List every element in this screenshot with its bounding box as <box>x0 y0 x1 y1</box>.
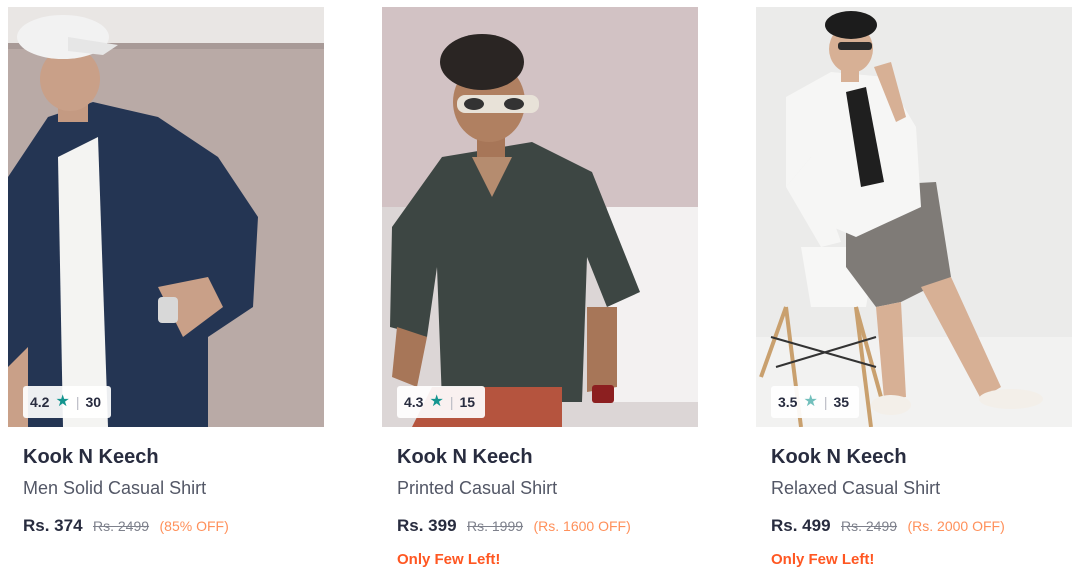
price-row: Rs. 499 Rs. 2499 (Rs. 2000 OFF) <box>771 516 1071 537</box>
discount-label: (Rs. 2000 OFF) <box>907 518 1005 534</box>
product-image[interactable]: 4.3 ★ | 15 <box>382 7 698 427</box>
brand-name: Kook N Keech <box>397 446 533 468</box>
model-photo-navy-shirt <box>8 7 324 427</box>
rating-badge: 3.5 ★ | 35 <box>771 386 860 418</box>
product-card[interactable]: 3.5 ★ | 35 Kook N Keech Relaxed Casual S… <box>756 7 1072 585</box>
divider: | <box>449 394 454 410</box>
selling-price: Rs. 499 <box>771 516 831 535</box>
rating-count: 30 <box>85 394 102 410</box>
rating-count: 15 <box>459 394 476 410</box>
original-price: Rs. 1999 <box>467 518 524 534</box>
product-info: Kook N Keech Relaxed Casual Shirt Rs. 49… <box>771 444 1071 569</box>
rating-badge: 4.3 ★ | 15 <box>397 386 486 418</box>
product-name: Printed Casual Shirt <box>397 478 558 498</box>
rating-value: 3.5 <box>778 394 798 410</box>
price-row: Rs. 374 Rs. 2499 (85% OFF) <box>23 516 323 537</box>
star-icon: ★ <box>55 393 70 410</box>
product-image[interactable]: 3.5 ★ | 35 <box>756 7 1072 427</box>
rating-value: 4.3 <box>404 394 424 410</box>
divider: | <box>75 394 80 410</box>
stock-alert: Only Few Left! <box>397 551 501 568</box>
discount-label: (Rs. 1600 OFF) <box>533 518 631 534</box>
rating-count: 35 <box>833 394 850 410</box>
star-icon: ★ <box>803 393 818 410</box>
product-card[interactable]: 4.2 ★ | 30 Kook N Keech Men Solid Casual… <box>8 7 324 585</box>
product-info: Kook N Keech Men Solid Casual Shirt Rs. … <box>23 444 323 537</box>
product-name: Men Solid Casual Shirt <box>23 478 207 498</box>
stock-alert: Only Few Left! <box>771 551 875 568</box>
brand-name: Kook N Keech <box>23 446 159 468</box>
selling-price: Rs. 374 <box>23 516 83 535</box>
rating-badge: 4.2 ★ | 30 <box>23 386 112 418</box>
rating-value: 4.2 <box>30 394 50 410</box>
model-photo-grey-printed-shirt <box>382 7 698 427</box>
model-photo-white-shirt <box>756 7 1072 427</box>
product-card[interactable]: 4.3 ★ | 15 Kook N Keech Printed Casual S… <box>382 7 698 585</box>
product-name: Relaxed Casual Shirt <box>771 478 941 498</box>
brand-name: Kook N Keech <box>771 446 907 468</box>
selling-price: Rs. 399 <box>397 516 457 535</box>
original-price: Rs. 2499 <box>93 518 150 534</box>
product-info: Kook N Keech Printed Casual Shirt Rs. 39… <box>397 444 697 569</box>
divider: | <box>823 394 828 410</box>
product-image[interactable]: 4.2 ★ | 30 <box>8 7 324 427</box>
price-row: Rs. 399 Rs. 1999 (Rs. 1600 OFF) <box>397 516 697 537</box>
original-price: Rs. 2499 <box>841 518 898 534</box>
discount-label: (85% OFF) <box>159 518 229 534</box>
product-grid: 4.2 ★ | 30 Kook N Keech Men Solid Casual… <box>0 0 1079 588</box>
star-icon: ★ <box>429 393 444 410</box>
